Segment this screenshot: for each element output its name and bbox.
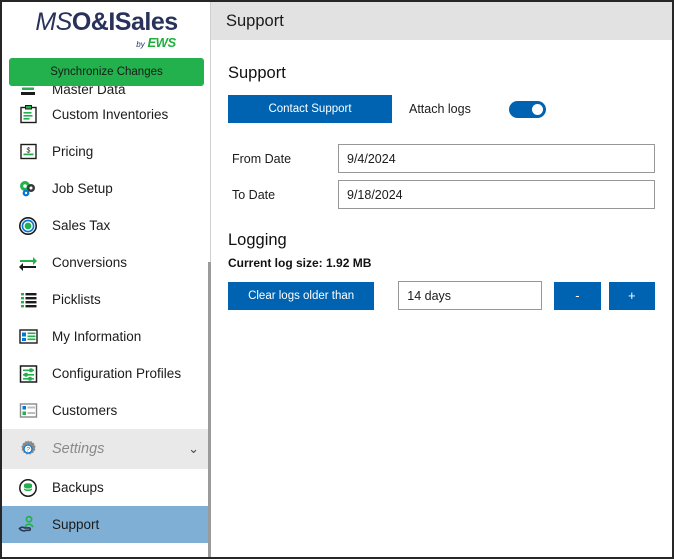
sidebar-item-label: Custom Inventories	[52, 107, 169, 122]
sidebar-item-my-information[interactable]: My Information	[2, 318, 211, 355]
job-setup-icon	[16, 177, 40, 201]
app-logo: MSO&ISales by EWS	[2, 2, 211, 54]
sidebar-item-support[interactable]: Support	[2, 506, 211, 543]
toggle-knob	[531, 103, 543, 115]
sidebar-item-customers[interactable]: Customers	[2, 392, 211, 429]
logo-subtitle: by EWS	[35, 36, 177, 50]
support-icon	[16, 513, 40, 537]
attach-logs-toggle[interactable]	[508, 100, 546, 118]
picklists-icon	[16, 288, 40, 312]
from-date-input[interactable]	[338, 144, 655, 173]
logo-text: MSO&ISales	[35, 8, 178, 36]
sidebar: MSO&ISales by EWS Synchronize Changes Ma…	[2, 2, 211, 557]
sidebar-item-master-data[interactable]: Master Data	[2, 86, 211, 96]
sidebar-item-label: Conversions	[52, 255, 128, 270]
log-retention-days-input[interactable]	[398, 281, 543, 310]
to-date-label: To Date	[232, 187, 276, 202]
sidebar-item-label: Support	[52, 517, 100, 532]
sidebar-item-label: Backups	[52, 480, 104, 495]
custom-inventories-icon	[16, 103, 40, 127]
sidebar-item-label: Sales Tax	[52, 218, 111, 233]
sync-button-wrap: Synchronize Changes	[2, 54, 211, 86]
svg-text:$: $	[26, 148, 30, 155]
sidebar-item-label: Picklists	[52, 292, 101, 307]
sidebar-item-sales-tax[interactable]: Sales Tax	[2, 207, 211, 244]
current-log-size-text: Current log size: 1.92 MB	[228, 256, 372, 270]
logo-brand-ews: EWS	[147, 35, 177, 50]
page-title: Support	[226, 11, 284, 30]
svg-text:?: ?	[26, 446, 30, 453]
logo-text-oisales: O&ISales	[71, 8, 178, 36]
sales-tax-icon	[16, 214, 40, 238]
backups-icon	[16, 476, 40, 500]
contact-support-row: Contact Support Attach logs	[228, 95, 655, 123]
customers-icon	[16, 399, 40, 423]
my-information-icon	[16, 325, 40, 349]
decrement-days-button[interactable]: -	[554, 281, 601, 310]
chevron-down-icon[interactable]: ⌄	[188, 441, 199, 457]
from-date-row: From Date	[228, 144, 655, 173]
master-data-icon	[16, 86, 40, 96]
sidebar-item-label: Job Setup	[52, 181, 113, 196]
contact-support-button[interactable]: Contact Support	[228, 95, 392, 123]
to-date-input[interactable]	[338, 180, 655, 209]
sidebar-item-label: Master Data	[52, 86, 126, 96]
synchronize-changes-button[interactable]: Synchronize Changes	[9, 58, 204, 86]
sidebar-item-configuration-profiles[interactable]: Configuration Profiles	[2, 355, 211, 392]
sidebar-item-custom-inventories[interactable]: Custom Inventories	[2, 96, 211, 133]
attach-logs-label: Attach logs	[409, 102, 471, 116]
pricing-icon: $	[16, 140, 40, 164]
content-area: Support Contact Support Attach logs From…	[211, 40, 672, 310]
to-date-row: To Date	[228, 180, 655, 209]
support-section-heading: Support	[228, 64, 286, 82]
sidebar-item-picklists[interactable]: Picklists	[2, 281, 211, 318]
sidebar-item-backups[interactable]: Backups	[2, 469, 211, 506]
logo-text-ms: MS	[35, 8, 72, 36]
main-content: Support Support Contact Support Attach l…	[211, 2, 672, 557]
logo-by-text: by	[136, 40, 145, 49]
conversions-icon	[16, 251, 40, 275]
sidebar-item-label: Pricing	[52, 144, 94, 159]
sidebar-group-label: Settings	[52, 441, 105, 457]
clear-logs-older-than-button[interactable]: Clear logs older than	[228, 281, 375, 310]
from-date-label: From Date	[232, 151, 292, 166]
sidebar-item-label: My Information	[52, 329, 142, 344]
sidebar-item-conversions[interactable]: Conversions	[2, 244, 211, 281]
increment-days-button[interactable]: +	[608, 281, 655, 310]
app-window: MSO&ISales by EWS Synchronize Changes Ma…	[0, 0, 674, 559]
clear-logs-row: Clear logs older than - +	[228, 281, 655, 310]
settings-gear-icon: ?	[16, 438, 40, 460]
logging-section-heading: Logging	[228, 231, 287, 249]
sidebar-item-job-setup[interactable]: Job Setup	[2, 170, 211, 207]
sidebar-item-label: Configuration Profiles	[52, 366, 182, 381]
sidebar-item-pricing[interactable]: $ Pricing	[2, 133, 211, 170]
configuration-profiles-icon	[16, 362, 40, 386]
sidebar-group-settings[interactable]: ? Settings ⌄	[2, 429, 211, 469]
page-header: Support	[211, 2, 672, 40]
sidebar-nav: Master Data Custom Inventories $ Pricing…	[2, 86, 211, 557]
sidebar-item-label: Customers	[52, 403, 118, 418]
